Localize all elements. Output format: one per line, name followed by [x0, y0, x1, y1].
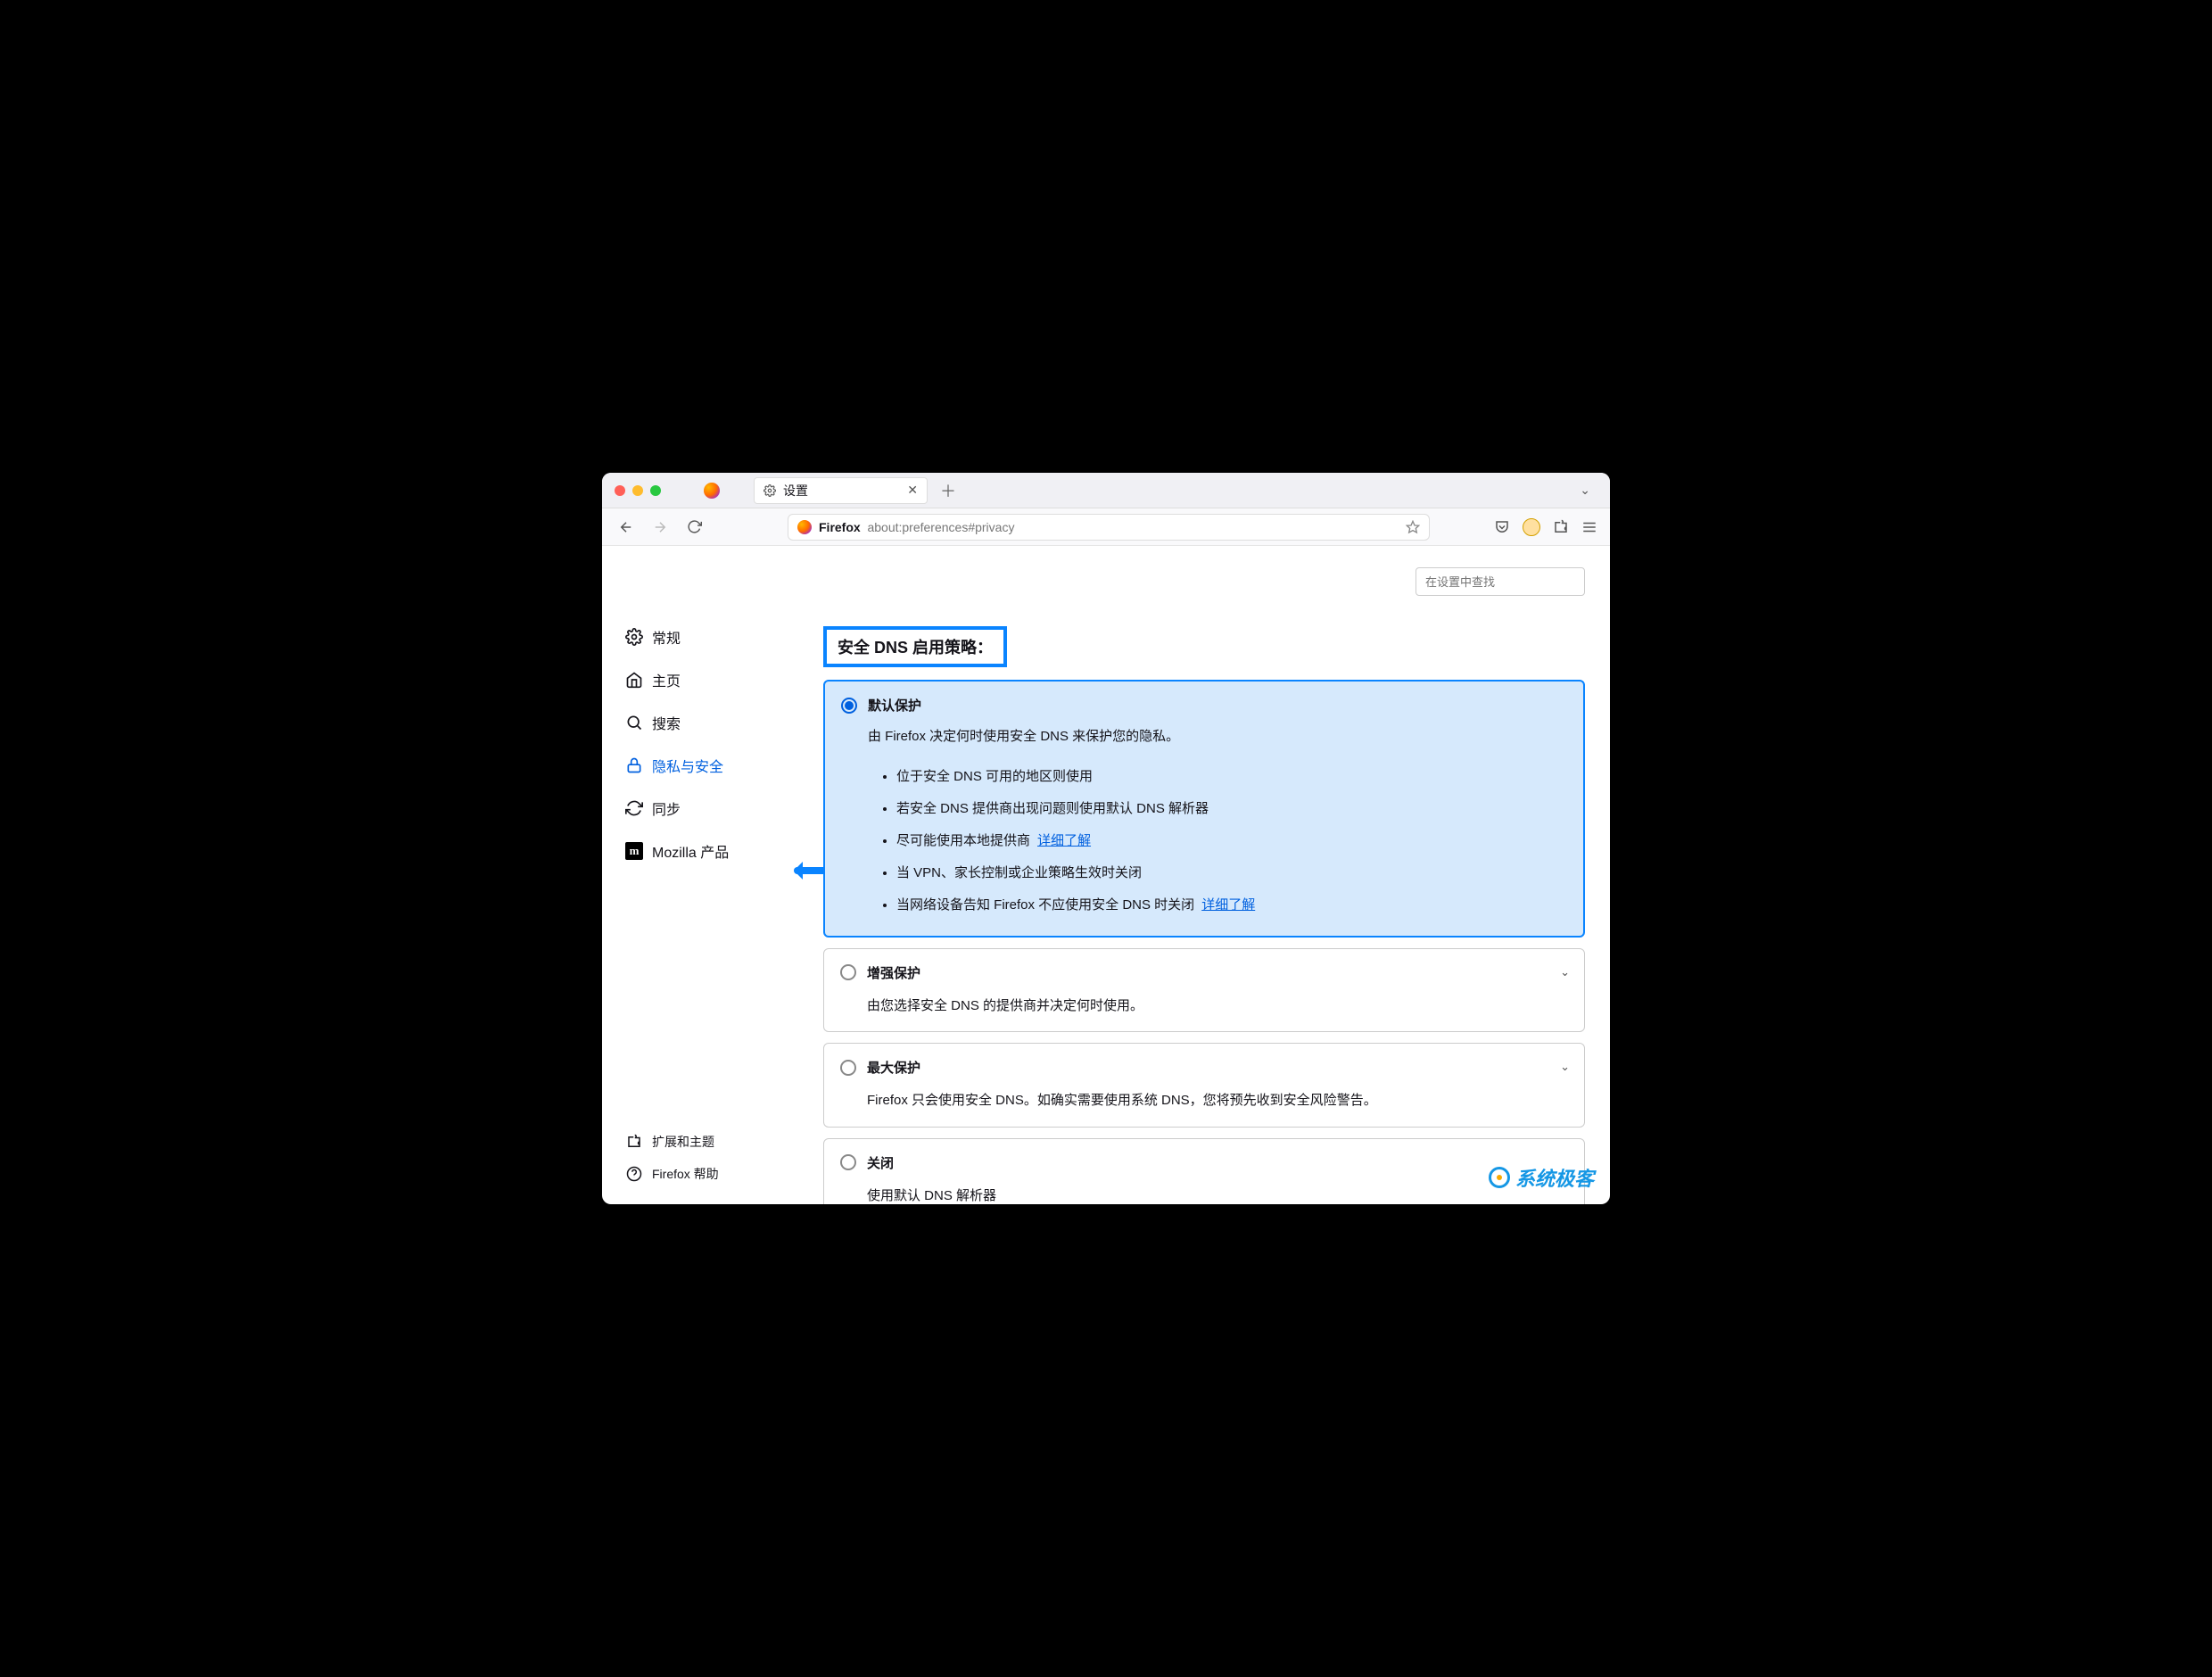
menu-icon[interactable]: [1581, 519, 1597, 535]
dns-option-enhanced[interactable]: ⌄ 增强保护 由您选择安全 DNS 的提供商并决定何时使用。: [823, 948, 1585, 1033]
reload-button[interactable]: [682, 516, 706, 539]
chevron-down-icon[interactable]: ⌄: [1560, 965, 1570, 979]
extensions-icon[interactable]: [1553, 519, 1569, 535]
option-title: 最大保护: [867, 1058, 920, 1077]
tab-title: 设置: [783, 482, 808, 500]
tabs-dropdown-icon[interactable]: ⌄: [1572, 479, 1597, 501]
back-button[interactable]: [615, 516, 638, 539]
sidebar-item-label: Mozilla 产品: [652, 840, 729, 862]
sync-icon: [625, 799, 643, 817]
bookmark-star-icon[interactable]: [1406, 520, 1420, 534]
sidebar-item-mozilla[interactable]: m Mozilla 产品: [611, 830, 798, 872]
option-desc: 使用默认 DNS 解析器: [867, 1185, 1568, 1205]
sidebar-item-label: 常规: [652, 626, 681, 648]
settings-search-input[interactable]: [1416, 567, 1585, 596]
option-desc: 由 Firefox 决定何时使用安全 DNS 来保护您的隐私。: [868, 725, 1567, 748]
address-bar[interactable]: Firefox about:preferences#privacy: [788, 514, 1430, 541]
home-icon: [625, 671, 643, 689]
maximize-window-button[interactable]: [650, 485, 661, 496]
minimize-window-button[interactable]: [632, 485, 643, 496]
close-window-button[interactable]: [615, 485, 625, 496]
sidebar-item-label: 主页: [652, 669, 681, 690]
settings-main: 安全 DNS 启用策略： 默认保护 由 Firefox 决定何时使用安全 DNS…: [807, 546, 1610, 1204]
option-title: 默认保护: [868, 696, 921, 715]
option-bullets: 位于安全 DNS 可用的地区则使用 若安全 DNS 提供商出现问题则使用默认 D…: [891, 761, 1567, 921]
watermark-icon: [1489, 1167, 1510, 1188]
toolbar-actions: [1494, 518, 1597, 536]
mozilla-icon: m: [625, 842, 643, 860]
sidebar-item-search[interactable]: 搜索: [611, 701, 798, 744]
sidebar-item-label: 搜索: [652, 712, 681, 733]
new-tab-button[interactable]: ＋: [940, 479, 956, 502]
sidebar-item-general[interactable]: 常规: [611, 615, 798, 658]
sidebar-item-label: 隐私与安全: [652, 755, 723, 776]
dns-option-off[interactable]: 关闭 使用默认 DNS 解析器: [823, 1138, 1585, 1205]
sidebar-item-label: 同步: [652, 797, 681, 819]
sidebar-footer-extensions[interactable]: 扩展和主题: [611, 1126, 798, 1158]
bullet: 若安全 DNS 提供商出现问题则使用默认 DNS 解析器: [896, 793, 1567, 825]
sidebar-item-sync[interactable]: 同步: [611, 787, 798, 830]
radio-icon[interactable]: [841, 698, 857, 714]
sidebar-footer-label: 扩展和主题: [652, 1133, 714, 1151]
chevron-down-icon[interactable]: ⌄: [1560, 1060, 1570, 1074]
help-icon: [625, 1165, 643, 1183]
puzzle-icon: [625, 1133, 643, 1151]
option-desc: 由您选择安全 DNS 的提供商并决定何时使用。: [867, 995, 1568, 1018]
browser-window: 设置 ✕ ＋ ⌄ Firefox about:preferences#priva…: [602, 473, 1610, 1204]
option-title: 增强保护: [867, 963, 920, 982]
titlebar: 设置 ✕ ＋ ⌄: [602, 473, 1610, 508]
learn-more-link[interactable]: 详细了解: [1037, 833, 1091, 848]
account-avatar[interactable]: [1523, 518, 1540, 536]
watermark: 系统极客: [1489, 1163, 1594, 1192]
dns-option-max[interactable]: ⌄ 最大保护 Firefox 只会使用安全 DNS。如确实需要使用系统 DNS，…: [823, 1043, 1585, 1128]
toolbar: Firefox about:preferences#privacy: [602, 508, 1610, 546]
option-title: 关闭: [867, 1153, 894, 1172]
learn-more-link[interactable]: 详细了解: [1201, 897, 1255, 913]
window-controls: [615, 485, 661, 496]
radio-icon[interactable]: [840, 1060, 856, 1076]
bullet: 尽可能使用本地提供商详细了解: [896, 825, 1567, 857]
section-title: 安全 DNS 启用策略：: [823, 626, 1007, 667]
sidebar-item-privacy[interactable]: 隐私与安全: [611, 744, 798, 787]
pocket-icon[interactable]: [1494, 519, 1510, 535]
radio-icon[interactable]: [840, 964, 856, 980]
bullet: 位于安全 DNS 可用的地区则使用: [896, 761, 1567, 793]
dns-option-default[interactable]: 默认保护 由 Firefox 决定何时使用安全 DNS 来保护您的隐私。 位于安…: [823, 680, 1585, 938]
browser-tab[interactable]: 设置 ✕: [754, 477, 928, 504]
close-tab-icon[interactable]: ✕: [907, 483, 918, 498]
watermark-text: 系统极客: [1515, 1163, 1594, 1192]
sidebar-footer-label: Firefox 帮助: [652, 1165, 719, 1183]
forward-button[interactable]: [648, 516, 672, 539]
radio-icon[interactable]: [840, 1154, 856, 1170]
lock-icon: [625, 756, 643, 774]
bullet: 当 VPN、家长控制或企业策略生效时关闭: [896, 857, 1567, 889]
content-area: 常规 主页 搜索 隐私与安全: [602, 546, 1610, 1204]
settings-sidebar: 常规 主页 搜索 隐私与安全: [602, 546, 807, 1204]
search-icon: [625, 714, 643, 731]
url-label: Firefox about:preferences#privacy: [819, 520, 1014, 534]
sidebar-footer-help[interactable]: Firefox 帮助: [611, 1158, 798, 1190]
bullet: 当网络设备告知 Firefox 不应使用安全 DNS 时关闭详细了解: [896, 889, 1567, 921]
sidebar-item-home[interactable]: 主页: [611, 658, 798, 701]
firefox-icon: [704, 483, 720, 499]
option-desc: Firefox 只会使用安全 DNS。如确实需要使用系统 DNS，您将预先收到安…: [867, 1089, 1568, 1112]
firefox-icon: [797, 520, 812, 534]
gear-icon: [625, 628, 643, 646]
gear-icon: [763, 484, 776, 497]
